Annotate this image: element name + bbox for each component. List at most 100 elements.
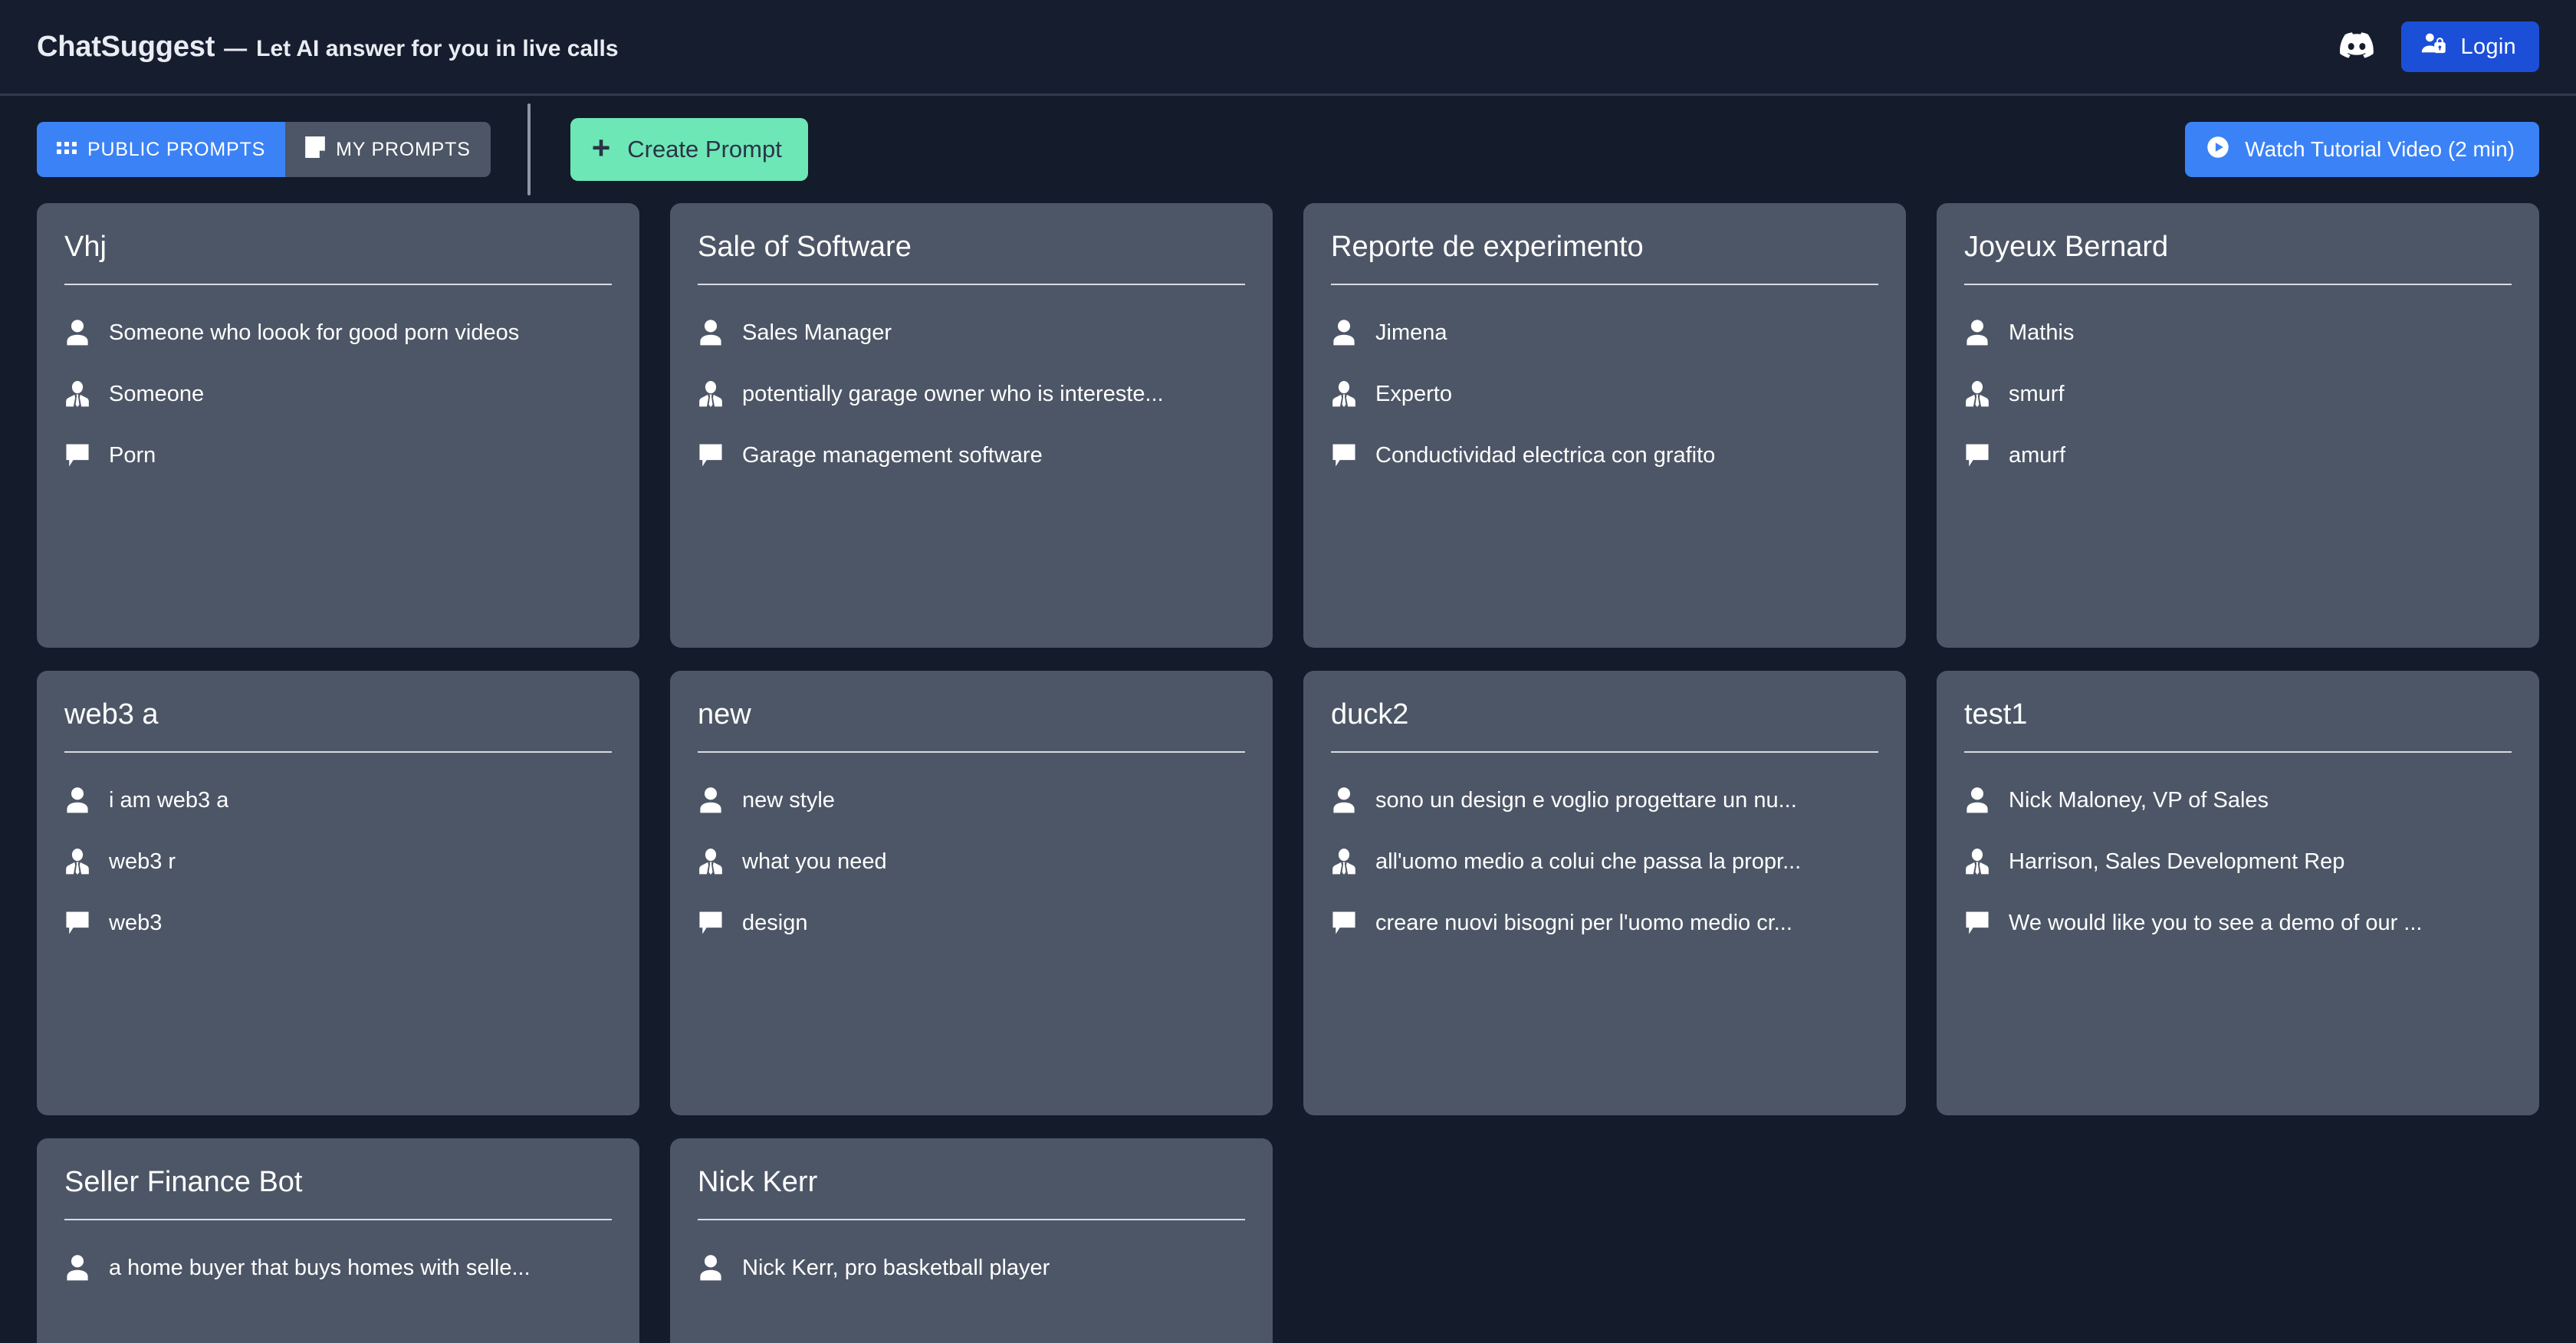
prompt-card[interactable]: Seller Finance Bot a home buyer that buys… xyxy=(37,1138,639,1343)
tab-my-prompts-label: MY PROMPTS xyxy=(336,138,471,160)
person-icon xyxy=(1964,787,1990,813)
login-label: Login xyxy=(2460,34,2516,59)
prompt-card-row-text: Experto xyxy=(1375,381,1452,406)
prompt-card-row: Experto xyxy=(1331,363,1878,425)
toolbar-divider xyxy=(527,103,531,195)
prompt-card[interactable]: Sale of Software Sales Manager potentially… xyxy=(670,203,1273,648)
prompt-card-row-text: all'uomo medio a colui che passa la prop… xyxy=(1375,849,1802,874)
prompt-card-grid: Vhj Someone who loook for good porn video… xyxy=(0,203,2576,1343)
prompt-card-row: Porn xyxy=(64,425,612,486)
create-prompt-label: Create Prompt xyxy=(627,136,782,163)
prompt-card-row-text: Someone who loook for good porn videos xyxy=(109,320,520,345)
prompt-card[interactable]: duck2 sono un design e voglio progettare … xyxy=(1303,671,1906,1115)
prompt-card-row: web3 xyxy=(64,892,612,954)
prompt-card[interactable]: Nick Kerr Nick Kerr, pro basketball playe… xyxy=(670,1138,1273,1343)
app-header: ChatSuggest — Let AI answer for you in l… xyxy=(0,0,2576,96)
prompt-card-title: Vhj xyxy=(64,231,612,285)
prompt-card-row: Garage management software xyxy=(698,425,1245,486)
prompt-card[interactable]: test1 Nick Maloney, VP of Sales Harrison, … xyxy=(1937,671,2539,1115)
prompt-card-title: Nick Kerr xyxy=(698,1166,1245,1220)
header-actions: Login xyxy=(2339,21,2539,72)
prompt-card[interactable]: Reporte de experimento Jimena Experto Condu… xyxy=(1303,203,1906,648)
prompt-card-row-text: Harrison, Sales Development Rep xyxy=(2009,849,2345,874)
person-icon xyxy=(698,320,724,346)
chat-bubble-icon xyxy=(1331,442,1357,468)
chat-bubble-icon xyxy=(1964,910,1990,936)
prompt-card-rows: Nick Kerr, pro basketball player xyxy=(698,1220,1245,1299)
prompt-card-title: Reporte de experimento xyxy=(1331,231,1878,285)
person-icon xyxy=(1964,320,1990,346)
prompt-card-row: i am web3 a xyxy=(64,770,612,831)
person-tie-icon xyxy=(64,849,90,875)
tab-public-prompts[interactable]: PUBLIC PROMPTS xyxy=(37,122,286,177)
prompt-card-rows: sono un design e voglio progettare un nu… xyxy=(1331,753,1878,954)
prompt-card-row: potentially garage owner who is interest… xyxy=(698,363,1245,425)
prompt-card-row-text: a home buyer that buys homes with selle.… xyxy=(109,1255,531,1280)
tab-public-prompts-label: PUBLIC PROMPTS xyxy=(87,138,266,160)
tab-my-prompts[interactable]: MY PROMPTS xyxy=(285,122,491,177)
chat-bubble-icon xyxy=(1331,910,1357,936)
create-prompt-button[interactable]: + Create Prompt xyxy=(570,118,808,181)
prompt-card-row-text: what you need xyxy=(742,849,887,874)
brand: ChatSuggest — Let AI answer for you in l… xyxy=(37,31,619,64)
person-icon xyxy=(64,320,90,346)
prompt-card-rows: a home buyer that buys homes with selle.… xyxy=(64,1220,612,1299)
prompt-card[interactable]: Joyeux Bernard Mathis smurf amurf xyxy=(1937,203,2539,648)
person-icon xyxy=(64,1255,90,1281)
prompt-card[interactable]: web3 a i am web3 a web3 r web3 xyxy=(37,671,639,1115)
prompt-card[interactable]: Vhj Someone who loook for good porn video… xyxy=(37,203,639,648)
login-button[interactable]: Login xyxy=(2400,21,2539,72)
prompt-card-rows: Jimena Experto Conductividad electrica con… xyxy=(1331,285,1878,486)
prompt-card-row: a home buyer that buys homes with selle.… xyxy=(64,1237,612,1299)
prompt-card-row-text: Nick Maloney, VP of Sales xyxy=(2009,787,2269,813)
prompt-card-rows: new style what you need design xyxy=(698,753,1245,954)
prompt-scope-tabs: PUBLIC PROMPTS MY PROMPTS xyxy=(37,122,491,177)
prompt-card-row-text: Porn xyxy=(109,442,156,468)
chat-bubble-icon xyxy=(64,910,90,936)
person-tie-icon xyxy=(1964,381,1990,407)
prompt-card-row: We would like you to see a demo of our .… xyxy=(1964,892,2512,954)
chat-bubble-icon xyxy=(1964,442,1990,468)
person-icon xyxy=(1331,320,1357,346)
chat-bubble-icon xyxy=(698,442,724,468)
prompt-card-title: test1 xyxy=(1964,698,2512,753)
prompt-card-row: Jimena xyxy=(1331,302,1878,363)
prompt-card-row-text: new style xyxy=(742,787,835,813)
person-lock-icon xyxy=(2421,32,2446,61)
brand-tagline: Let AI answer for you in live calls xyxy=(256,35,619,61)
prompt-card[interactable]: new new style what you need design xyxy=(670,671,1273,1115)
person-icon xyxy=(698,1255,724,1281)
prompt-card-row-text: creare nuovi bisogni per l'uomo medio cr… xyxy=(1375,910,1792,935)
prompt-card-row: Sales Manager xyxy=(698,302,1245,363)
chat-bubble-icon xyxy=(698,910,724,936)
prompt-card-row-text: Mathis xyxy=(2009,320,2075,345)
person-tie-icon xyxy=(1331,849,1357,875)
prompt-card-row-text: Garage management software xyxy=(742,442,1043,468)
prompt-card-row: design xyxy=(698,892,1245,954)
prompt-card-row: Nick Maloney, VP of Sales xyxy=(1964,770,2512,831)
prompt-card-row: smurf xyxy=(1964,363,2512,425)
prompt-card-row-text: amurf xyxy=(2009,442,2066,468)
discord-icon[interactable] xyxy=(2339,31,2374,62)
toolbar: PUBLIC PROMPTS MY PROMPTS + Create Promp… xyxy=(0,96,2576,203)
prompt-card-row-text: Jimena xyxy=(1375,320,1447,345)
prompt-card-title: Joyeux Bernard xyxy=(1964,231,2512,285)
prompt-card-row-text: design xyxy=(742,910,808,935)
person-icon xyxy=(698,787,724,813)
prompt-card-rows: Mathis smurf amurf xyxy=(1964,285,2512,486)
prompt-card-row-text: potentially garage owner who is interest… xyxy=(742,381,1164,406)
prompt-card-row-text: i am web3 a xyxy=(109,787,229,813)
prompt-card-row: Nick Kerr, pro basketball player xyxy=(698,1237,1245,1299)
prompt-card-row: new style xyxy=(698,770,1245,831)
prompt-card-rows: Someone who loook for good porn videos So… xyxy=(64,285,612,486)
note-page-icon xyxy=(305,136,325,163)
prompt-card-row: all'uomo medio a colui che passa la prop… xyxy=(1331,831,1878,892)
brand-name: ChatSuggest xyxy=(37,30,215,63)
prompt-card-rows: i am web3 a web3 r web3 xyxy=(64,753,612,954)
prompt-card-rows: Nick Maloney, VP of Sales Harrison, Sales… xyxy=(1964,753,2512,954)
person-icon xyxy=(1331,787,1357,813)
prompt-card-row: web3 r xyxy=(64,831,612,892)
prompt-card-row-text: We would like you to see a demo of our .… xyxy=(2009,910,2423,935)
watch-tutorial-button[interactable]: Watch Tutorial Video (2 min) xyxy=(2185,122,2539,177)
person-tie-icon xyxy=(1964,849,1990,875)
